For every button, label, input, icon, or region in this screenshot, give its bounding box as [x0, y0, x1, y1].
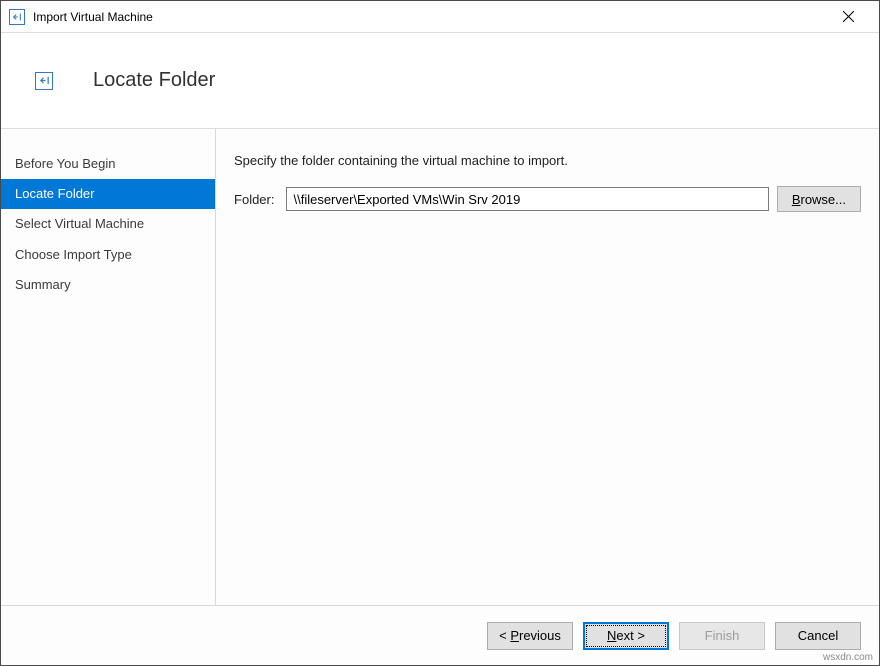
window-title: Import Virtual Machine	[33, 10, 825, 24]
page-title: Locate Folder	[93, 69, 215, 92]
cancel-button[interactable]: Cancel	[775, 622, 861, 650]
wizard-steps: Before You Begin Locate Folder Select Vi…	[1, 129, 215, 605]
previous-button[interactable]: < Previous	[487, 622, 573, 650]
body: Before You Begin Locate Folder Select Vi…	[1, 129, 879, 605]
titlebar: Import Virtual Machine	[1, 1, 879, 33]
finish-button: Finish	[679, 622, 765, 650]
watermark: wsxdn.com	[823, 652, 873, 663]
content-panel: Specify the folder containing the virtua…	[215, 129, 879, 605]
folder-label: Folder:	[234, 192, 274, 207]
footer: < Previous Next > Finish Cancel	[1, 605, 879, 665]
arrow-icon	[9, 9, 25, 25]
browse-button[interactable]: Browse...	[777, 186, 861, 212]
step-choose-import-type[interactable]: Choose Import Type	[1, 240, 215, 270]
arrow-icon	[35, 72, 53, 90]
folder-row: Folder: Browse...	[234, 186, 861, 212]
step-before-you-begin[interactable]: Before You Begin	[1, 149, 215, 179]
close-button[interactable]	[825, 2, 871, 32]
wizard-window: Import Virtual Machine Locate Folder Bef…	[0, 0, 880, 666]
next-button[interactable]: Next >	[583, 622, 669, 650]
instruction-text: Specify the folder containing the virtua…	[234, 153, 861, 168]
folder-input[interactable]	[286, 187, 768, 211]
step-select-virtual-machine[interactable]: Select Virtual Machine	[1, 209, 215, 239]
header: Locate Folder	[1, 33, 879, 129]
step-locate-folder[interactable]: Locate Folder	[1, 179, 215, 209]
step-summary[interactable]: Summary	[1, 270, 215, 300]
